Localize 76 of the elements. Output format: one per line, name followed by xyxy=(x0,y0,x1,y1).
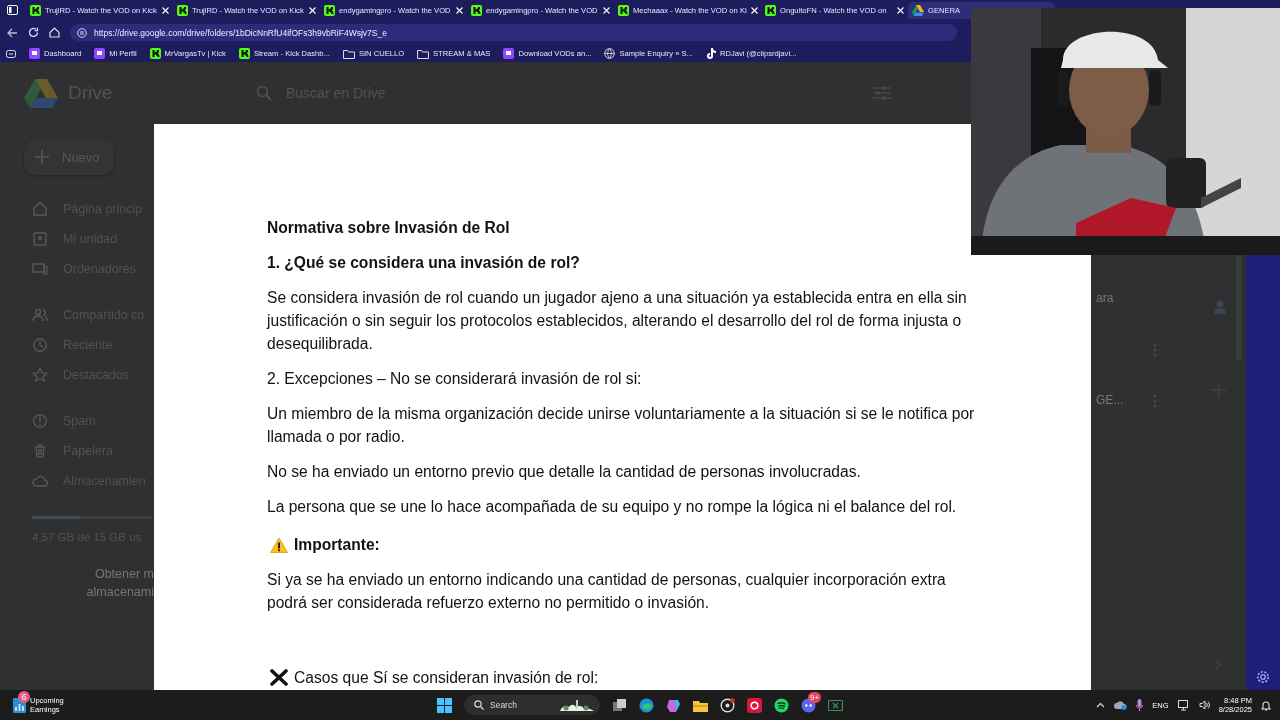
microphone-icon[interactable] xyxy=(1136,699,1144,711)
logo-icon xyxy=(177,4,188,16)
drive-icon xyxy=(912,4,924,16)
clock-icon xyxy=(32,337,48,353)
trash-icon xyxy=(32,443,48,459)
address-bar[interactable]: https://drive.google.com/drive/folders/1bDicNnRfU4ifOFs3h9vbRiF4Wsjv7S_e xyxy=(70,24,957,41)
section-heading: Casos que Sí se consideran invasión de rol: xyxy=(294,668,599,688)
logo-icon xyxy=(618,4,629,16)
computer-icon xyxy=(32,261,48,277)
paragraph: 2. Excepciones – No se considerará invasión de rol si: xyxy=(267,369,642,389)
file-name: ara xyxy=(1096,291,1114,305)
paragraph: Si ya se ha enviado un entorno indicando una cantidad de personas, cualquier incorporación extra podrá ser considerada refuerzo externo no permitido o invasión. xyxy=(267,570,947,613)
home-icon[interactable] xyxy=(49,27,60,38)
start-icon[interactable] xyxy=(437,697,452,713)
folder-icon xyxy=(342,48,355,59)
music-icon[interactable] xyxy=(774,697,789,713)
logo-icon xyxy=(238,48,250,59)
sparkle-icon[interactable] xyxy=(666,697,681,713)
paragraph: No se ha enviado un entorno previo que detalle la cantidad de personas involucradas. xyxy=(267,462,861,482)
record-icon[interactable] xyxy=(720,697,735,713)
search-icon xyxy=(474,700,484,710)
folder-icon xyxy=(417,48,430,59)
settings-icon[interactable] xyxy=(1256,670,1270,684)
document-title: Normativa sobre Invasión de Rol xyxy=(267,218,510,238)
cross-icon xyxy=(270,669,288,686)
close-icon[interactable] xyxy=(750,6,758,14)
notification-badge: 9+ xyxy=(808,691,822,703)
file-name: GE... xyxy=(1096,393,1124,407)
logo-icon xyxy=(324,4,335,16)
close-icon[interactable] xyxy=(897,6,904,14)
logo-icon xyxy=(149,48,161,59)
apps-icon[interactable] xyxy=(6,49,16,58)
logo-icon xyxy=(765,4,776,16)
bell-icon[interactable] xyxy=(1261,699,1271,711)
star-icon xyxy=(32,367,48,383)
search-icon xyxy=(256,85,272,101)
logo-icon xyxy=(471,4,482,16)
section-heading: 1. ¿Qué se considera una invasión de rol? xyxy=(267,253,580,273)
cloud-icon xyxy=(32,473,48,489)
close-icon[interactable] xyxy=(456,6,463,14)
globe-icon xyxy=(604,48,616,59)
home-icon xyxy=(32,201,48,217)
chevron-up-icon[interactable] xyxy=(1096,702,1106,708)
cloud-icon[interactable] xyxy=(1114,700,1128,710)
people-icon xyxy=(32,307,48,323)
person-icon xyxy=(1214,300,1226,314)
drive-logo-icon xyxy=(24,78,58,108)
scenery-icon xyxy=(560,699,594,711)
close-icon[interactable] xyxy=(162,6,169,14)
app-icon xyxy=(503,48,515,59)
search-button[interactable]: Search xyxy=(464,695,600,715)
paragraph: Se considera invasión de rol cuando un jugador ajeno a una situación ya establecida entra en ella sin justificación o sin seguir los protocolos establecidos, alterando el desarrollo del rol de forma injusta o desequilibrada. xyxy=(267,288,968,354)
spreadsheet-icon[interactable] xyxy=(828,697,843,713)
plus-icon xyxy=(34,149,50,165)
music-note-icon xyxy=(705,48,716,59)
close-icon[interactable] xyxy=(603,6,610,14)
warning-icon xyxy=(270,536,288,553)
paragraph: Un miembro de la misma organización decide unirse voluntariamente a la situación si se le notifica por llamada o por radio. xyxy=(267,404,976,447)
notification-badge: 6 xyxy=(18,691,30,703)
task-view-icon[interactable] xyxy=(612,697,627,713)
app-icon[interactable] xyxy=(747,697,762,713)
network-icon[interactable] xyxy=(1177,699,1190,711)
app-icon xyxy=(29,48,40,59)
close-icon[interactable] xyxy=(309,6,316,14)
speaker-icon[interactable] xyxy=(1198,700,1210,710)
drive-icon xyxy=(32,231,48,247)
back-icon[interactable] xyxy=(7,27,18,38)
app-icon xyxy=(94,48,106,59)
reload-icon[interactable] xyxy=(28,27,39,38)
paragraph: La persona que se une lo hace acompañada de su equipo y no rompe la lógica ni el balance del rol. xyxy=(267,497,957,517)
logo-icon xyxy=(30,4,41,16)
note-label: Importante: xyxy=(294,535,380,555)
tab-strip-icon xyxy=(7,5,18,15)
alert-icon xyxy=(32,413,48,429)
browser-icon[interactable] xyxy=(639,697,654,713)
site-info-icon xyxy=(77,27,87,38)
